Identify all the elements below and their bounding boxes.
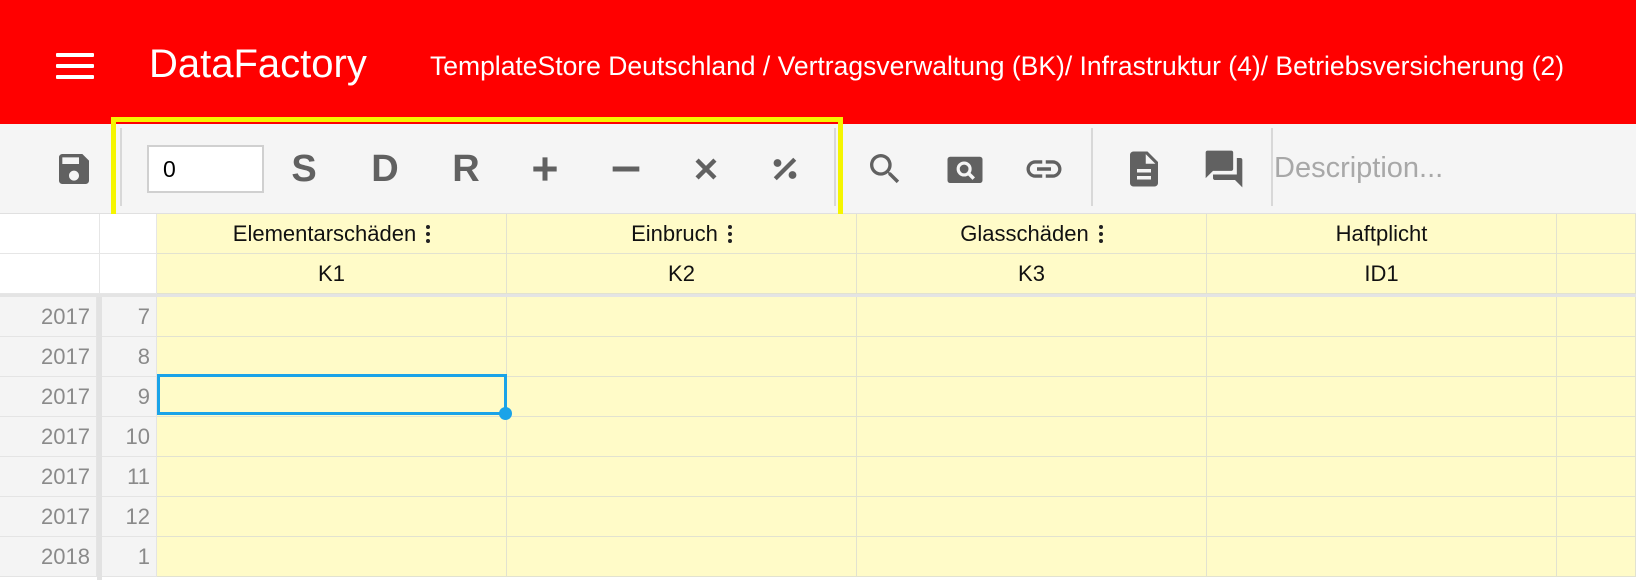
fill-handle[interactable] bbox=[499, 407, 512, 420]
grid-cell[interactable] bbox=[1557, 417, 1636, 457]
grid-cell[interactable] bbox=[857, 417, 1207, 457]
grid-cell[interactable] bbox=[1557, 457, 1636, 497]
grid-cell[interactable] bbox=[507, 537, 857, 577]
grid-cell[interactable] bbox=[507, 337, 857, 377]
grid-cell[interactable] bbox=[857, 497, 1207, 537]
multiply-icon[interactable] bbox=[683, 146, 729, 192]
number-input[interactable] bbox=[147, 145, 264, 193]
grid-cell[interactable] bbox=[1557, 297, 1636, 337]
row-header-month: 7 bbox=[102, 297, 157, 337]
grid-cell[interactable] bbox=[1207, 497, 1557, 537]
column-code[interactable]: K2 bbox=[507, 254, 857, 294]
minus-icon[interactable] bbox=[603, 146, 649, 192]
more-vert-icon[interactable] bbox=[426, 224, 431, 243]
app-header: DataFactory TemplateStore Deutschland / … bbox=[0, 0, 1636, 124]
grid-cell[interactable] bbox=[507, 417, 857, 457]
grid-cell[interactable] bbox=[507, 497, 857, 537]
column-name: Glasschäden bbox=[960, 220, 1089, 246]
row-header-month: 8 bbox=[102, 337, 157, 377]
column-name: Einbruch bbox=[631, 220, 718, 246]
grid-corner bbox=[100, 214, 157, 254]
s-button[interactable]: S bbox=[281, 146, 327, 192]
grid-cell[interactable] bbox=[507, 377, 857, 417]
row-header-month: 12 bbox=[102, 497, 157, 537]
column-header-k2[interactable]: Einbruch bbox=[507, 214, 857, 254]
row-header-year: 2017 bbox=[0, 417, 97, 457]
grid-cell[interactable] bbox=[157, 337, 507, 377]
grid-cell[interactable] bbox=[1207, 337, 1557, 377]
row-header-year: 2018 bbox=[0, 537, 97, 577]
s-label: S bbox=[291, 148, 317, 190]
grid-cell[interactable] bbox=[1557, 497, 1636, 537]
grid-cell[interactable] bbox=[1207, 537, 1557, 577]
more-vert-icon[interactable] bbox=[727, 224, 732, 243]
breadcrumb[interactable]: TemplateStore Deutschland / Vertragsverw… bbox=[430, 49, 1564, 83]
link-icon[interactable] bbox=[1021, 146, 1067, 192]
grid-cell[interactable] bbox=[1207, 297, 1557, 337]
row-header-divider bbox=[97, 297, 102, 580]
row-header-year: 2017 bbox=[0, 457, 97, 497]
grid-cell[interactable] bbox=[1557, 537, 1636, 577]
column-code[interactable]: ID1 bbox=[1207, 254, 1557, 294]
column-code[interactable]: K1 bbox=[157, 254, 507, 294]
toolbar-divider bbox=[1091, 128, 1093, 206]
column-header-empty bbox=[1557, 214, 1636, 254]
data-grid: Elementarschäden Einbruch Glasschäden Ha… bbox=[0, 214, 1636, 580]
column-code-empty bbox=[1557, 254, 1636, 294]
row-header-month: 11 bbox=[102, 457, 157, 497]
column-name: Elementarschäden bbox=[232, 220, 417, 246]
d-label: D bbox=[371, 148, 399, 190]
toolbar-divider bbox=[834, 128, 836, 206]
grid-cell[interactable] bbox=[157, 297, 507, 337]
toolbar-divider bbox=[120, 128, 122, 206]
grid-corner bbox=[0, 254, 100, 294]
grid-cell[interactable] bbox=[857, 337, 1207, 377]
grid-cell[interactable] bbox=[857, 377, 1207, 417]
column-name: Haftplicht bbox=[1335, 220, 1428, 246]
row-header-year: 2017 bbox=[0, 297, 97, 337]
row-header-month: 9 bbox=[102, 377, 157, 417]
row-header-month: 10 bbox=[102, 417, 157, 457]
save-icon[interactable] bbox=[51, 146, 97, 192]
grid-cell[interactable] bbox=[157, 457, 507, 497]
r-label: R bbox=[452, 148, 480, 190]
more-vert-icon[interactable] bbox=[1098, 224, 1103, 243]
toolbar-divider bbox=[1271, 128, 1273, 206]
grid-cell[interactable] bbox=[507, 297, 857, 337]
row-header-year: 2017 bbox=[0, 337, 97, 377]
grid-corner bbox=[0, 214, 100, 254]
grid-cell[interactable] bbox=[1207, 377, 1557, 417]
grid-cell[interactable] bbox=[1207, 417, 1557, 457]
row-header-year: 2017 bbox=[0, 497, 97, 537]
row-header-month: 1 bbox=[102, 537, 157, 577]
r-button[interactable]: R bbox=[443, 146, 489, 192]
column-header-k1[interactable]: Elementarschäden bbox=[157, 214, 507, 254]
grid-cell[interactable] bbox=[1207, 457, 1557, 497]
column-header-id1[interactable]: Haftplicht bbox=[1207, 214, 1557, 254]
row-header-year: 2017 bbox=[0, 377, 97, 417]
grid-cell[interactable] bbox=[157, 417, 507, 457]
plus-icon[interactable] bbox=[522, 146, 568, 192]
comment-icon[interactable] bbox=[1201, 146, 1247, 192]
menu-icon[interactable] bbox=[56, 53, 94, 79]
grid-cell[interactable] bbox=[857, 457, 1207, 497]
grid-cell[interactable] bbox=[1557, 377, 1636, 417]
description-input[interactable] bbox=[1274, 138, 1614, 198]
d-button[interactable]: D bbox=[362, 146, 408, 192]
document-icon[interactable] bbox=[1121, 146, 1167, 192]
grid-cell[interactable] bbox=[857, 537, 1207, 577]
grid-corner bbox=[100, 254, 157, 294]
grid-cell[interactable] bbox=[507, 457, 857, 497]
grid-cell[interactable] bbox=[157, 377, 507, 417]
app-title: DataFactory bbox=[149, 42, 367, 86]
image-search-icon[interactable] bbox=[942, 146, 988, 192]
grid-cell[interactable] bbox=[857, 297, 1207, 337]
search-icon[interactable] bbox=[862, 146, 908, 192]
column-header-k3[interactable]: Glasschäden bbox=[857, 214, 1207, 254]
percent-icon[interactable] bbox=[762, 146, 808, 192]
grid-cell[interactable] bbox=[157, 497, 507, 537]
grid-cell[interactable] bbox=[1557, 337, 1636, 377]
column-code[interactable]: K3 bbox=[857, 254, 1207, 294]
grid-cell[interactable] bbox=[157, 537, 507, 577]
